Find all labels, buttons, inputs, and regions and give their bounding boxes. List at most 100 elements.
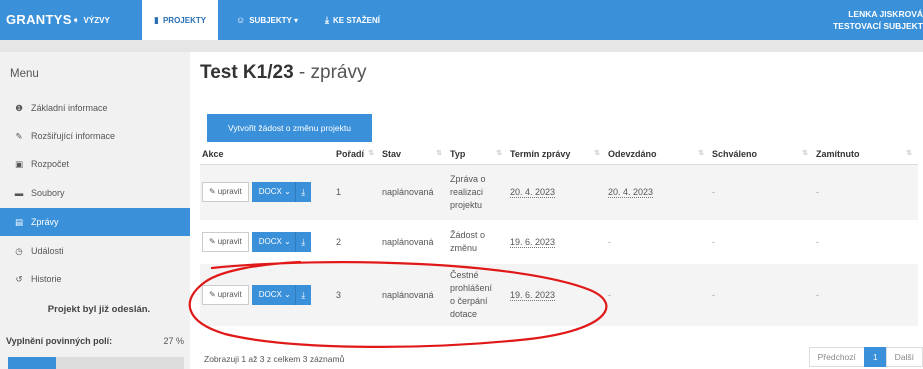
top-navbar: GRANTYS ➧ VÝZVY ▮ PROJEKTY ☺ SUBJEKTY ▾ ⤓ KE… (0, 0, 923, 40)
sidebar-item-zpravy[interactable]: ▤ Zprávy (0, 208, 190, 236)
cell-odevzdano: - (606, 264, 710, 326)
sidebar-item-label: Zprávy (31, 217, 59, 227)
cell-typ: Čestné prohlášení o čerpání dotace (448, 264, 508, 326)
typ-line: změnu (450, 243, 478, 253)
menu-title: Menu (10, 68, 39, 80)
docx-button-label: DOCX (258, 290, 282, 299)
typ-line: o čerpání (450, 296, 488, 306)
column-header-termin[interactable]: Termín zprávy ⇅ (508, 144, 606, 165)
docx-dropdown-button[interactable]: DOCX ⌄ (251, 232, 295, 252)
progress-row: Vyplnění povinných polí: 27 % (6, 336, 184, 346)
money-icon: ▣ (14, 159, 24, 169)
sort-icon: ⇅ (698, 150, 704, 157)
column-header-poradi[interactable]: Pořadí ⇅ (334, 144, 380, 165)
sidebar-item-zakladni-informace[interactable]: ❶ Základní informace (0, 94, 190, 122)
sidebar-item-historie[interactable]: ↺ Historie (0, 265, 190, 293)
column-header-label: Schváleno (712, 148, 758, 159)
cell-typ: Žádost o změnu (448, 220, 508, 264)
create-change-request-button[interactable]: Vytvořit žádost o změnu projektu (207, 114, 372, 142)
download-icon: ⤓ (301, 187, 306, 198)
cell-stav: naplánovaná (380, 220, 448, 264)
cell-poradi: 2 (334, 220, 380, 264)
edit-button-label: upravit (217, 290, 242, 299)
main-content: Test K1/23 - zprávy Vytvořit žádost o zm… (190, 52, 923, 369)
sidebar-item-rozpocet[interactable]: ▣ Rozpočet (0, 150, 190, 178)
typ-line: Čestné (450, 270, 479, 280)
column-header-zamitnuto[interactable]: Zamítnuto ⇅ (814, 144, 918, 165)
edit-button[interactable]: ✎ upravit (202, 285, 249, 305)
cell-schvaleno: - (710, 264, 814, 326)
subnav-bar (0, 40, 923, 52)
folder-icon: ▬ (14, 188, 24, 198)
cell-schvaleno: - (710, 220, 814, 264)
download-button[interactable]: ⤓ (294, 232, 311, 252)
info-icon: ❶ (15, 103, 23, 113)
sidebar-item-udalosti[interactable]: ◷ Události (0, 237, 190, 265)
column-header-schvaleno[interactable]: Schváleno ⇅ (710, 144, 814, 165)
clock-icon: ◷ (15, 246, 23, 256)
table-row: ✎ upravit DOCX ⌄ ⤓ 3 naplánovaná Čestné proh… (200, 264, 918, 326)
sidebar-item-rozsirujici-informace[interactable]: ✎ Rozšiřující informace (0, 122, 190, 150)
chevron-down-icon: ⌄ (284, 187, 291, 197)
pencil-icon: ✎ (209, 290, 216, 299)
page-title-suffix: - zprávy (293, 62, 367, 83)
pencil-icon: ✎ (209, 187, 216, 197)
users-icon: ☺ (236, 15, 246, 25)
edit-button-label: upravit (217, 237, 242, 246)
progress-label: Vyplnění povinných polí: (6, 336, 113, 346)
pagination-page-current[interactable]: 1 (863, 347, 887, 367)
reports-table: Akce Pořadí ⇅ Stav ⇅ Typ ⇅ Termín zprávy ⇅ O… (200, 144, 918, 326)
date-value: 20. 4. 2023 (510, 187, 556, 199)
user-menu[interactable]: LENKA JISKROVÁ TESTOVACÍ SUBJEKT (833, 8, 923, 32)
cell-stav: naplánovaná (380, 264, 448, 326)
cell-akce: ✎ upravit DOCX ⌄ ⤓ (200, 220, 334, 264)
column-header-typ[interactable]: Typ ⇅ (448, 144, 508, 165)
project-sent-note: Projekt byl již odeslán. (47, 304, 151, 315)
download-button[interactable]: ⤓ (294, 285, 311, 305)
download-button[interactable]: ⤓ (294, 182, 311, 203)
typ-line: realizaci (450, 186, 484, 197)
table-row: ✎ upravit DOCX ⌄ ⤓ 2 naplánovaná Žádost o zm… (200, 220, 918, 264)
sidebar-item-label: Rozpočet (31, 159, 70, 169)
cell-zamitnuto: - (814, 164, 918, 220)
nav-item-ke-stazeni[interactable]: ⤓ KE STAŽENÍ (325, 0, 380, 40)
nav-item-projekty[interactable]: ▮ PROJEKTY (142, 0, 219, 40)
column-header-odevzdano[interactable]: Odevzdáno ⇅ (606, 144, 710, 165)
docx-button-label: DOCX (258, 237, 282, 246)
sidebar-item-label: Události (31, 246, 64, 256)
table-row: ✎ upravit DOCX ⌄ ⤓ 1 naplánovaná Zpráva o re… (200, 164, 918, 220)
brand-logo[interactable]: GRANTYS (6, 12, 72, 27)
pagination: Předchozí 1 Další (808, 347, 923, 367)
sort-icon: ⇅ (906, 150, 912, 157)
nav-item-subjekty[interactable]: ☺ SUBJEKTY ▾ (236, 0, 298, 40)
sidebar-item-label: Základní informace (31, 103, 108, 113)
column-header-stav[interactable]: Stav ⇅ (380, 144, 448, 165)
cell-schvaleno: - (710, 164, 814, 220)
date-value: 19. 6. 2023 (510, 290, 556, 301)
sort-icon: ⇅ (436, 150, 442, 157)
docx-dropdown-button[interactable]: DOCX ⌄ (251, 285, 295, 305)
typ-line: prohlášení (450, 283, 493, 293)
edit-button[interactable]: ✎ upravit (202, 232, 249, 252)
sort-icon: ⇅ (368, 150, 374, 157)
progress-bar (8, 357, 184, 369)
cell-zamitnuto: - (814, 220, 918, 264)
cell-typ: Zpráva o realizaci projektu (448, 164, 508, 220)
pagination-previous[interactable]: Předchozí (808, 347, 865, 367)
user-name: LENKA JISKROVÁ (848, 9, 923, 19)
history-icon: ↺ (15, 274, 23, 284)
nav-item-label: SUBJEKTY ▾ (249, 16, 298, 25)
sidebar: Menu ❶ Základní informace ✎ Rozšiřující in… (0, 52, 190, 369)
edit-icon: ✎ (15, 131, 23, 141)
nav-item-vyzvy[interactable]: ➧ VÝZVY (72, 0, 110, 40)
typ-line: dotace (450, 309, 478, 319)
cell-termin: 19. 6. 2023 (508, 220, 606, 264)
pagination-next[interactable]: Další (885, 347, 923, 367)
download-icon: ⤓ (301, 290, 306, 300)
edit-button[interactable]: ✎ upravit (202, 182, 249, 203)
sidebar-item-soubory[interactable]: ▬ Soubory (0, 179, 190, 207)
progress-percent: 27 % (163, 336, 184, 346)
cell-zamitnuto: - (814, 264, 918, 326)
docx-dropdown-button[interactable]: DOCX ⌄ (251, 182, 295, 203)
table-header-row: Akce Pořadí ⇅ Stav ⇅ Typ ⇅ Termín zprávy ⇅ O… (200, 144, 918, 165)
